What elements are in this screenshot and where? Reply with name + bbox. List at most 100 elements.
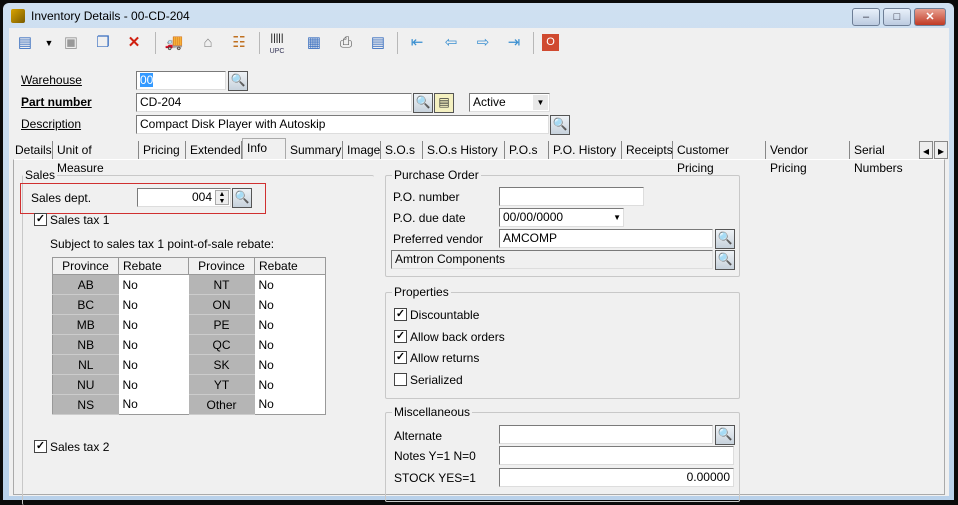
- province-cell[interactable]: NT: [188, 274, 255, 295]
- maximize-button[interactable]: □: [883, 8, 911, 26]
- po-number-input[interactable]: [499, 187, 644, 206]
- part-number-input[interactable]: CD-204: [136, 93, 412, 112]
- rebate-cell[interactable]: No: [255, 335, 326, 355]
- rebate-cell[interactable]: No: [119, 315, 189, 335]
- first-record-icon[interactable]: ⇤: [407, 33, 427, 53]
- province-cell[interactable]: YT: [188, 374, 255, 395]
- tab-p-o-history[interactable]: P.O. History: [549, 141, 622, 159]
- exit-icon[interactable]: O: [542, 34, 559, 51]
- province-cell[interactable]: AB: [52, 274, 119, 295]
- sales-tax1-checkbox[interactable]: ✓: [34, 213, 47, 226]
- tab-unit-of-measure[interactable]: Unit of Measure: [53, 141, 139, 175]
- status-select[interactable]: Active ▼: [469, 93, 550, 112]
- warehouse-label[interactable]: Warehouse: [21, 73, 82, 87]
- province-cell[interactable]: BC: [52, 294, 119, 315]
- column-header[interactable]: Rebate: [118, 257, 189, 275]
- property-checkbox[interactable]: ✓: [394, 329, 407, 343]
- tab-vendor-pricing[interactable]: Vendor Pricing: [766, 141, 850, 175]
- rebate-cell[interactable]: No: [255, 295, 326, 315]
- rebate-cell[interactable]: No: [255, 355, 326, 375]
- province-cell[interactable]: NB: [52, 334, 119, 355]
- grid-icon[interactable]: ▦: [304, 33, 324, 53]
- province-cell[interactable]: ON: [188, 294, 255, 315]
- warehouse-search-icon[interactable]: 🔍: [228, 71, 248, 91]
- province-cell[interactable]: NL: [52, 354, 119, 375]
- tab-receipts[interactable]: Receipts: [622, 141, 673, 159]
- rebate-cell[interactable]: No: [255, 375, 326, 395]
- table-row: BC No ON No: [52, 294, 326, 315]
- property-checkbox[interactable]: ✓: [394, 308, 407, 321]
- province-cell[interactable]: MB: [52, 314, 119, 335]
- rebate-cell[interactable]: No: [255, 275, 326, 295]
- province-cell[interactable]: Other: [188, 394, 255, 415]
- tab-summary[interactable]: Summary: [286, 141, 343, 159]
- tab-s-o-s[interactable]: S.O.s: [381, 141, 423, 159]
- previous-record-icon[interactable]: ⇦: [441, 33, 461, 53]
- property-checkbox[interactable]: [394, 372, 407, 386]
- rebate-cell[interactable]: No: [119, 375, 189, 395]
- tab-details[interactable]: Details: [11, 141, 53, 159]
- column-header[interactable]: Province: [188, 257, 255, 275]
- tab-pricing[interactable]: Pricing: [139, 141, 186, 159]
- vendor-search-icon[interactable]: 🔍: [715, 229, 735, 249]
- column-header[interactable]: Province: [52, 257, 119, 275]
- chevron-down-icon[interactable]: ▼: [533, 95, 548, 110]
- tab-extended[interactable]: Extended: [186, 141, 242, 159]
- save-icon[interactable]: ▣: [61, 33, 81, 53]
- tab-scroll-right-button[interactable]: ▸: [934, 141, 948, 159]
- rebate-cell[interactable]: No: [119, 335, 189, 355]
- rebate-cell[interactable]: No: [119, 395, 189, 415]
- notes-input[interactable]: [499, 446, 734, 465]
- province-cell[interactable]: NS: [52, 394, 119, 415]
- sales-dept-spinner[interactable]: ▲ ▼: [215, 190, 229, 205]
- home-icon[interactable]: ⌂: [198, 33, 218, 53]
- copy-icon[interactable]: ❐: [93, 33, 113, 53]
- next-record-icon[interactable]: ⇨: [473, 33, 493, 53]
- preferred-vendor-input[interactable]: AMCOMP: [499, 229, 713, 248]
- part-number-label[interactable]: Part number: [21, 95, 92, 109]
- notes-icon[interactable]: ▤: [434, 93, 454, 113]
- rebate-cell[interactable]: No: [119, 355, 189, 375]
- new-dropdown-icon[interactable]: ▼: [39, 33, 59, 53]
- close-button[interactable]: ✕: [914, 8, 946, 26]
- rebate-table: Province Rebate Province Rebate AB No NT No…: [52, 257, 326, 415]
- sales-dept-search-icon[interactable]: 🔍: [232, 188, 252, 208]
- structure-icon[interactable]: ☷: [229, 33, 249, 53]
- new-icon[interactable]: ▤: [15, 33, 35, 53]
- alternate-search-icon[interactable]: 🔍: [715, 425, 735, 445]
- province-cell[interactable]: NU: [52, 374, 119, 395]
- description-search-icon[interactable]: 🔍: [550, 115, 570, 135]
- province-cell[interactable]: SK: [188, 354, 255, 375]
- po-due-date-select[interactable]: 00/00/0000 ▼: [499, 208, 624, 227]
- column-header[interactable]: Rebate: [254, 257, 326, 275]
- alternate-input[interactable]: [499, 425, 713, 444]
- vendor-name-search-icon[interactable]: 🔍: [715, 250, 735, 270]
- report-icon[interactable]: ▤: [368, 33, 388, 53]
- rebate-cell[interactable]: No: [255, 395, 326, 415]
- tab-s-o-s-history[interactable]: S.O.s History: [423, 141, 505, 159]
- part-search-icon[interactable]: 🔍: [413, 93, 433, 113]
- truck-icon[interactable]: 🚚: [164, 33, 184, 53]
- rebate-cell[interactable]: No: [255, 315, 326, 335]
- tab-scroll-left-button[interactable]: ◂: [919, 141, 933, 159]
- description-label[interactable]: Description: [21, 117, 81, 131]
- chevron-down-icon[interactable]: ▼: [613, 210, 621, 225]
- last-record-icon[interactable]: ⇥: [504, 33, 524, 53]
- delete-icon[interactable]: ✕: [124, 33, 144, 53]
- warehouse-input[interactable]: 00: [136, 71, 226, 90]
- tab-info[interactable]: Info: [242, 138, 286, 160]
- rebate-cell[interactable]: No: [119, 295, 189, 315]
- tab-customer-pricing[interactable]: Customer Pricing: [673, 141, 766, 175]
- tab-image[interactable]: Image: [343, 141, 381, 159]
- province-cell[interactable]: QC: [188, 334, 255, 355]
- property-checkbox[interactable]: ✓: [394, 351, 407, 364]
- tab-p-o-s[interactable]: P.O.s: [505, 141, 549, 159]
- province-cell[interactable]: PE: [188, 314, 255, 335]
- rebate-cell[interactable]: No: [119, 275, 189, 295]
- print-icon[interactable]: ⎙: [336, 33, 356, 53]
- description-input[interactable]: Compact Disk Player with Autoskip: [136, 115, 549, 134]
- sales-tax2-checkbox[interactable]: ✓: [34, 440, 47, 453]
- upc-icon[interactable]: ||||| UPC: [267, 33, 287, 55]
- stock-input[interactable]: 0.00000: [499, 468, 734, 487]
- minimize-button[interactable]: –: [852, 8, 880, 26]
